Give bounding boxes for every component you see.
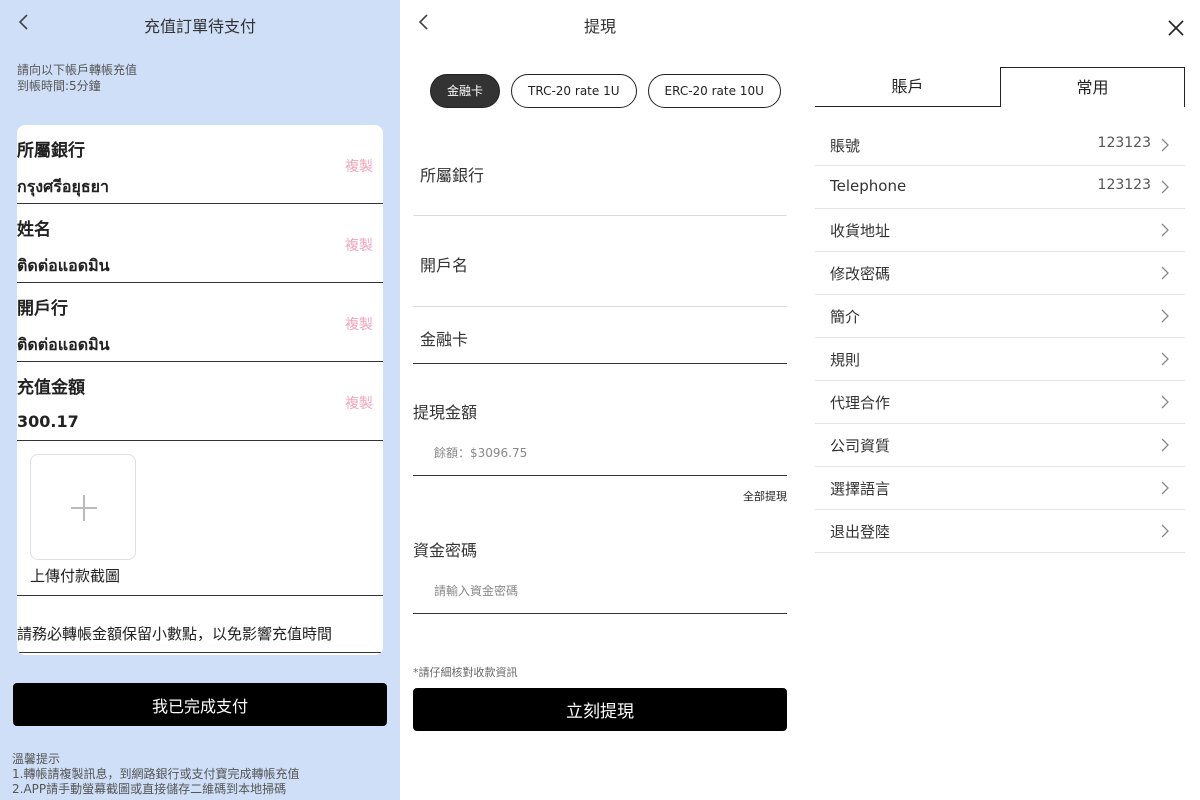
- tab-erc20[interactable]: ERC-20 rate 10U: [647, 74, 781, 108]
- recharge-header: 充值訂單待支付: [0, 0, 400, 46]
- field-label: 所屬銀行: [17, 141, 85, 161]
- field-label: 姓名: [17, 220, 51, 240]
- withdraw-panel: 提現 金融卡 TRC-20 rate 1U ERC-20 rate 10U 所屬…: [400, 0, 800, 800]
- upload-label: 上傳付款截圖: [30, 567, 121, 585]
- copy-button[interactable]: 複製: [345, 393, 373, 413]
- item-label: 退出登陸: [830, 523, 891, 541]
- password-input[interactable]: [413, 570, 787, 614]
- bank-row[interactable]: 所屬銀行: [413, 138, 787, 216]
- amount-label: 提現金額: [413, 403, 478, 422]
- upload-area: 上傳付款截圖: [17, 441, 383, 596]
- page-title: 提現: [583, 17, 616, 36]
- chevron-right-icon: [1161, 438, 1169, 452]
- withdraw-now-button[interactable]: 立刻提現: [413, 688, 787, 731]
- recharge-panel: 充值訂單待支付 請向以下帳戶轉帳充值 到帳時間:5分鐘 所屬銀行 กรุงศรี…: [0, 0, 400, 800]
- chevron-right-icon: [1161, 481, 1169, 495]
- item-label: 修改密碼: [830, 265, 891, 283]
- list-item-qualification[interactable]: 公司資質: [815, 424, 1185, 467]
- tab-common[interactable]: 常用: [1000, 67, 1185, 107]
- intro-line-2: 到帳時間:5分鐘: [17, 79, 101, 93]
- upload-screenshot-button[interactable]: [30, 454, 136, 560]
- chevron-right-icon: [1161, 352, 1169, 366]
- account-name-row[interactable]: 開戶名: [413, 216, 787, 307]
- item-label: 選擇語言: [830, 480, 891, 498]
- verify-warning: *請仔細核對收款資訊: [413, 666, 518, 679]
- bank-label: 所屬銀行: [420, 166, 485, 185]
- divider: [17, 652, 383, 653]
- field-value: กรุงศรีอยุธยา: [17, 177, 109, 196]
- field-name: 姓名 ติดต่อแอดมิน 複製: [17, 204, 383, 283]
- item-label: 代理合作: [830, 394, 891, 412]
- plus-icon: [71, 495, 97, 521]
- item-label: 收貨地址: [830, 222, 891, 240]
- item-label: 公司資質: [830, 437, 891, 455]
- chevron-right-icon: [1161, 309, 1169, 323]
- list-item-change-password[interactable]: 修改密碼: [815, 252, 1185, 295]
- field-branch: 開戶行 ติดต่อแอดมิน 複製: [17, 283, 383, 362]
- chevron-right-icon: [1161, 395, 1169, 409]
- tab-bank-card[interactable]: 金融卡: [430, 74, 501, 108]
- list-item-telephone[interactable]: Telephone 123123: [815, 166, 1185, 209]
- chevron-right-icon: [1161, 266, 1169, 280]
- amount-input[interactable]: [413, 432, 787, 476]
- chevron-right-icon: [1161, 223, 1169, 237]
- field-value: ติดต่อแอดมิน: [17, 335, 110, 354]
- list-item-agency[interactable]: 代理合作: [815, 381, 1185, 424]
- copy-button[interactable]: 複製: [345, 235, 373, 255]
- account-name-label: 開戶名: [420, 256, 469, 275]
- field-value: 300.17: [17, 412, 79, 431]
- item-label: Telephone: [830, 177, 907, 195]
- chevron-right-icon: [1161, 180, 1169, 194]
- chevron-right-icon: [1161, 138, 1169, 152]
- copy-button[interactable]: 複製: [345, 156, 373, 176]
- password-label: 資金密碼: [413, 541, 478, 560]
- list-item-language[interactable]: 選擇語言: [815, 467, 1185, 510]
- list-item-rules[interactable]: 規則: [815, 338, 1185, 381]
- item-label: 簡介: [830, 308, 861, 326]
- item-label: 賬號: [830, 137, 861, 155]
- copy-button[interactable]: 複製: [345, 314, 373, 334]
- tips: 溫馨提示 1.轉帳請複製訊息，到網路銀行或支付寶完成轉帳充值 2.APP請手動螢…: [12, 752, 299, 797]
- account-tabs: 賬戶 常用: [815, 67, 1185, 107]
- page-title: 充值訂單待支付: [143, 17, 256, 36]
- field-label: 充值金額: [17, 378, 85, 398]
- list-item-address[interactable]: 收貨地址: [815, 209, 1185, 252]
- field-amount: 充值金額 300.17 複製: [17, 362, 383, 441]
- decimal-note: 請務必轉帳金額保留小數點，以免影響充值時間: [17, 625, 333, 643]
- account-menu-list: 賬號 123123 Telephone 123123 收貨地址 修改密碼 簡介 …: [815, 124, 1185, 553]
- field-label: 開戶行: [17, 299, 68, 319]
- list-item-intro[interactable]: 簡介: [815, 295, 1185, 338]
- item-value: 123123: [1097, 135, 1151, 151]
- payment-done-button[interactable]: 我已完成支付: [13, 683, 387, 726]
- tips-line-2: 2.APP請手動螢幕截圖或直接儲存二維碼到本地掃碼: [12, 782, 287, 796]
- tab-trc20[interactable]: TRC-20 rate 1U: [511, 74, 637, 108]
- list-item-account[interactable]: 賬號 123123: [815, 124, 1185, 166]
- item-label: 規則: [830, 351, 861, 369]
- tips-line-1: 1.轉帳請複製訊息，到網路銀行或支付寶完成轉帳充值: [12, 767, 300, 781]
- close-icon[interactable]: [1168, 20, 1184, 36]
- tips-title: 溫馨提示: [12, 752, 61, 766]
- card-label: 金融卡: [420, 330, 469, 349]
- chevron-right-icon: [1161, 524, 1169, 538]
- field-value: ติดต่อแอดมิน: [17, 256, 110, 275]
- payment-info-card: 所屬銀行 กรุงศรีอยุธยา 複製 姓名 ติดต่อแอดมิน 複製…: [17, 125, 383, 655]
- tab-account[interactable]: 賬戶: [815, 67, 1000, 107]
- withdraw-method-tabs: 金融卡 TRC-20 rate 1U ERC-20 rate 10U: [430, 74, 781, 108]
- recharge-intro: 請向以下帳戶轉帳充值 到帳時間:5分鐘: [17, 62, 137, 94]
- withdraw-all-button[interactable]: 全部提現: [743, 488, 787, 504]
- card-row[interactable]: 金融卡: [413, 307, 787, 364]
- list-item-logout[interactable]: 退出登陸: [815, 510, 1185, 553]
- account-panel: 賬戶 常用 賬號 123123 Telephone 123123 收貨地址 修改…: [800, 0, 1200, 800]
- intro-line-1: 請向以下帳戶轉帳充值: [17, 63, 138, 77]
- item-value: 123123: [1097, 177, 1151, 193]
- field-bank: 所屬銀行 กรุงศรีอยุธยา 複製: [17, 125, 383, 204]
